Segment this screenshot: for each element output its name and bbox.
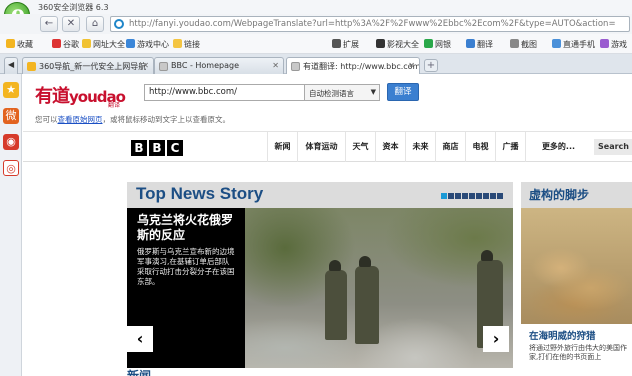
close-tab-icon[interactable]: ✕ (272, 61, 279, 70)
new-tab-button[interactable]: + (424, 59, 438, 72)
bbc-search-box[interactable]: Search (594, 139, 632, 155)
home-button[interactable]: ⌂ (86, 16, 104, 32)
address-bar[interactable]: http://fanyi.youdao.com/WebpageTranslate… (110, 16, 630, 32)
games-bookmark-right[interactable]: 游戏 (600, 39, 627, 50)
bbc-logo[interactable]: BBC (131, 140, 185, 156)
story-summary: 俄罗斯与乌克兰宣布新的边境军事演习,在基辅订单后部队采取行动打击分裂分子在该国东… (137, 247, 235, 286)
gamepad-icon (600, 39, 609, 48)
bookmark-favorites[interactable]: 收藏 (6, 39, 33, 50)
games-icon (126, 39, 135, 48)
story-photo[interactable] (245, 208, 513, 368)
play-icon (376, 39, 385, 48)
star-icon (6, 39, 15, 48)
address-url: http://fanyi.youdao.com/WebpageTranslate… (129, 19, 616, 29)
bank-bookmark[interactable]: 网银 (424, 39, 451, 50)
bookmarks-bar: 收藏 谷歌 网址大全 游戏中心 链接 扩展 影视大全 网银 翻译 截图 直通手机… (0, 34, 632, 54)
nav-radio[interactable]: 广播 (495, 132, 525, 162)
section-title: Top News Story (136, 184, 264, 203)
nav-weather[interactable]: 天气 (345, 132, 375, 162)
address-toolbar: ← ✕ ⌂ http://fanyi.youdao.com/WebpageTra… (0, 14, 632, 34)
soldier-figure (325, 260, 347, 340)
nav-tv[interactable]: 电视 (465, 132, 495, 162)
back-button[interactable]: ← (40, 16, 58, 32)
nav-more[interactable]: 更多的... (525, 132, 591, 162)
target-icon[interactable]: ◎ (3, 160, 19, 176)
view-original-link[interactable]: 查看原始网页 (58, 115, 103, 124)
tab-bar: ◀ 360导航_新一代安全上网导航 ✕ BBC - Homepage ✕ 有道翻… (0, 54, 632, 75)
page-content: Top News Story 乌克兰将火花俄罗斯的反应 俄罗斯与乌克兰宣布新的边… (23, 162, 632, 376)
side-story-description: 将通过野外旅行由伟大的美国作家,打们在他的书页面上 (529, 344, 627, 361)
grid-icon (332, 39, 341, 48)
translate-url-input[interactable]: http://www.bbc.com/ (144, 84, 324, 101)
bookmark-sites[interactable]: 网址大全 (82, 39, 125, 50)
watch-icon[interactable]: ◉ (3, 134, 19, 150)
bbc-nav-bar: BBC 新闻 体育运动 天气 资本 未来 商店 电视 广播 更多的... Sea… (23, 132, 632, 162)
scissors-icon (510, 39, 519, 48)
bookmark-google[interactable]: 谷歌 (52, 39, 79, 50)
folder-icon (173, 39, 182, 48)
left-sidebar: ★ 微 ◉ ◎ (0, 74, 22, 376)
tab-360-nav[interactable]: 360导航_新一代安全上网导航 ✕ (22, 57, 154, 74)
carousel-dots[interactable] (440, 192, 503, 202)
translate-tip: 您可以查看原始网页，或将鼠标移动到文字上以查看原文。 (35, 115, 230, 124)
tab-bbc[interactable]: BBC - Homepage ✕ (154, 57, 284, 74)
page-favicon-icon (291, 62, 300, 71)
translate-icon (466, 39, 475, 48)
bookmark-games[interactable]: 游戏中心 (126, 39, 169, 50)
youdao-logo-sub: 翻译 (108, 102, 121, 109)
translate-bookmark[interactable]: 翻译 (466, 39, 493, 50)
app-title: 360安全浏览器 6.3 (38, 3, 109, 12)
nav-sport[interactable]: 体育运动 (297, 132, 345, 162)
globe-icon (114, 19, 124, 29)
title-bar: 360安全浏览器 6.3 (0, 0, 632, 28)
nav-future[interactable]: 未来 (405, 132, 435, 162)
weibo-icon[interactable]: 微 (3, 108, 19, 124)
story-headline[interactable]: 乌克兰将火花俄罗斯的反应 (137, 213, 235, 243)
nav-shop[interactable]: 商店 (435, 132, 465, 162)
translate-button[interactable]: 翻译 (387, 83, 419, 101)
side-story-caption[interactable]: 在海明威的狩猎 (529, 328, 596, 342)
side-section-header: 虚构的脚步 (521, 182, 632, 208)
extensions-menu[interactable]: 扩展 (332, 39, 359, 50)
stop-button[interactable]: ✕ (62, 16, 80, 32)
tab-youdao[interactable]: 有道翻译: http://www.bbc.com/ ✕ (286, 57, 420, 75)
tab-list-button[interactable]: ◀ (4, 57, 18, 74)
prev-story-button[interactable]: ‹ (127, 326, 153, 352)
screenshot-bookmark[interactable]: 截图 (510, 39, 537, 50)
close-tab-icon[interactable]: ✕ (408, 61, 415, 70)
page-favicon-icon (159, 62, 168, 71)
video-bookmark[interactable]: 影视大全 (376, 39, 419, 50)
youdao-translate-bar: 有道youdao 翻译 http://www.bbc.com/ 自动检测语言 翻… (23, 74, 632, 132)
phone-bookmark[interactable]: 直通手机 (552, 39, 595, 50)
nav-capital[interactable]: 资本 (375, 132, 405, 162)
star-icon[interactable]: ★ (3, 82, 19, 98)
next-story-button[interactable]: › (483, 326, 509, 352)
google-icon (52, 39, 61, 48)
top-story-carousel[interactable]: 乌克兰将火花俄罗斯的反应 俄罗斯与乌克兰宣布新的边境军事演习,在基辅订单后部队采… (127, 208, 513, 368)
nav-news[interactable]: 新闻 (267, 132, 297, 162)
shield-icon (424, 39, 433, 48)
360-favicon-icon (27, 62, 36, 71)
sites-icon (82, 39, 91, 48)
language-select[interactable]: 自动检测语言 (304, 84, 380, 101)
close-tab-icon[interactable]: ✕ (142, 61, 149, 70)
top-news-header: Top News Story (127, 182, 513, 208)
side-section-title: 虚构的脚步 (529, 188, 590, 202)
phone-icon (552, 39, 561, 48)
news-section-heading: 新闻 (127, 369, 152, 376)
soldier-figure (355, 256, 379, 344)
bookmark-links[interactable]: 链接 (173, 39, 200, 50)
side-story-photo[interactable] (521, 208, 632, 324)
